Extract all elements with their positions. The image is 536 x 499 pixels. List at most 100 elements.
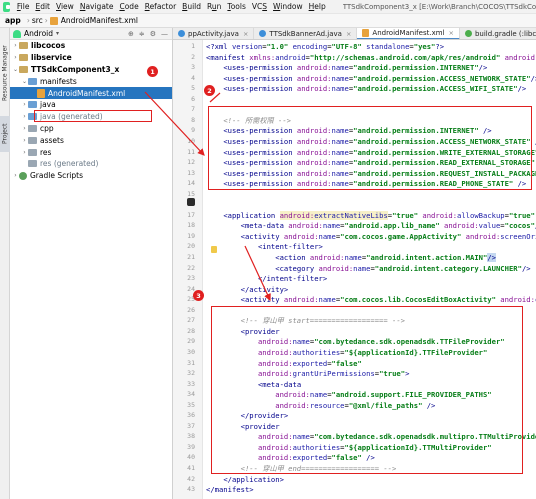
tree-toggle-icon[interactable]: › <box>12 54 19 61</box>
tree-toggle-icon[interactable]: › <box>21 113 28 120</box>
breadcrumb-file[interactable]: AndroidManifest.xml <box>61 16 138 25</box>
breadcrumb-folder[interactable]: src <box>32 16 43 25</box>
code-line[interactable]: <manifest xmlns:android="http://schemas.… <box>206 53 536 63</box>
close-icon[interactable]: × <box>448 29 453 37</box>
editor-tab-label: build.gradle (:libcocos) <box>474 29 536 38</box>
line-number: 4 <box>191 73 195 82</box>
folder-icon <box>28 77 37 85</box>
tree-item-label: cpp <box>40 123 54 133</box>
tree-item[interactable]: AndroidManifest.xml <box>10 87 172 99</box>
line-number: 33 <box>187 379 195 388</box>
code-line[interactable]: <activity android:name="com.cocos.game.A… <box>206 232 536 242</box>
chevron-down-icon[interactable]: ▾ <box>56 30 59 37</box>
line-number: 24 <box>187 284 195 293</box>
menu-item[interactable]: Refactor <box>142 2 179 11</box>
line-number: 1 <box>191 42 195 50</box>
editor-tab[interactable]: TTSdkBannerAd.java × <box>254 28 358 39</box>
tree-item[interactable]: › cpp <box>10 123 172 135</box>
line-number: 18 <box>187 221 195 230</box>
line-number: 7 <box>191 105 195 114</box>
code-line[interactable]: </application> <box>206 475 284 485</box>
lightbulb-icon[interactable] <box>211 246 217 253</box>
line-number: 2 <box>191 52 195 61</box>
tree-item[interactable]: res (generated) <box>10 158 172 170</box>
editor-tab[interactable]: ppActivity.java × <box>173 28 255 39</box>
menu-item[interactable]: Run <box>204 2 224 11</box>
menu-item[interactable]: View <box>53 2 77 11</box>
code-line[interactable]: <category android:name="android.intent.c… <box>206 264 530 274</box>
tree-item[interactable]: › libservice <box>10 52 172 64</box>
tree-toggle-icon[interactable]: › <box>21 125 28 132</box>
line-number: 26 <box>187 305 195 314</box>
folder-icon <box>19 65 28 73</box>
tree-toggle-icon[interactable]: › <box>12 42 19 49</box>
tree-item-label: libcocos <box>31 41 66 51</box>
android-view-icon <box>13 29 21 38</box>
line-number: 41 <box>187 464 195 472</box>
code-line[interactable]: <uses-permission android:name="android.p… <box>206 84 526 94</box>
menu-item[interactable]: Tools <box>224 2 248 11</box>
menu-item[interactable]: Build <box>179 2 204 11</box>
menu-item[interactable]: Code <box>116 2 141 11</box>
tree-toggle-icon[interactable]: › <box>12 172 19 179</box>
xml-file-icon <box>49 16 58 25</box>
menu-item[interactable]: File <box>14 2 33 11</box>
view-selector[interactable]: Android <box>24 29 53 38</box>
line-number: 13 <box>187 168 195 177</box>
code-line[interactable]: <application android:extractNativeLibs="… <box>206 210 536 221</box>
editor-tab[interactable]: AndroidManifest.xml × <box>357 28 460 39</box>
tree-item[interactable]: › libcocos <box>10 40 172 52</box>
menu-item[interactable]: Help <box>306 2 329 11</box>
tree-toggle-icon[interactable]: › <box>21 101 28 108</box>
menu-item[interactable]: Window <box>270 2 306 11</box>
tree-item[interactable]: › res <box>10 146 172 158</box>
editor-tab[interactable]: build.gradle (:libcocos)× <box>460 28 536 39</box>
application-gutter-icon[interactable] <box>187 198 195 206</box>
project-panel: Android ▾ ⊕ ≑ ⚙ — › libcocos › libservice ⌄ TTSd… <box>10 28 173 499</box>
code-line[interactable]: <intent-filter> <box>206 242 323 252</box>
code-line[interactable]: <uses-permission android:name="android.p… <box>206 74 536 84</box>
close-icon[interactable]: × <box>243 30 248 38</box>
code-line[interactable]: </intent-filter> <box>206 274 327 284</box>
tree-toggle-icon[interactable]: ⌄ <box>21 78 28 85</box>
panel-tool-icon[interactable]: — <box>161 30 168 38</box>
code-line[interactable]: <?xml version="1.0" encoding="UTF-8" sta… <box>206 42 444 52</box>
menu-item[interactable]: Edit <box>32 2 53 11</box>
line-number: 14 <box>187 179 195 188</box>
menu-item[interactable]: VCS <box>249 2 270 11</box>
panel-tool-icon[interactable]: ⚙ <box>150 30 156 38</box>
project-tab[interactable]: Project <box>0 116 10 152</box>
panel-tool-icon[interactable]: ⊕ <box>128 30 134 38</box>
folder-icon <box>28 124 37 132</box>
tree-item[interactable]: › java <box>10 99 172 111</box>
tree-toggle-icon[interactable]: ⌄ <box>12 66 19 73</box>
annotation-box-permissions <box>208 106 532 190</box>
code-line[interactable]: <activity android:name="com.cocos.lib.Co… <box>206 295 536 305</box>
resource-manager-tab[interactable]: Resource Manager <box>0 38 10 108</box>
tree-item[interactable]: ⌄ manifests <box>10 75 172 87</box>
code-line[interactable]: <action android:name="android.intent.act… <box>206 253 496 263</box>
panel-tool-icon[interactable]: ≑ <box>139 30 145 38</box>
line-number: 28 <box>187 326 195 335</box>
code-line[interactable]: </manifest> <box>206 485 254 495</box>
tree-item-label: manifests <box>40 76 77 86</box>
line-number: 12 <box>187 158 195 167</box>
tree-item-label: res <box>40 147 52 157</box>
code-editor[interactable]: 1234567891011121314151617181920212223242… <box>173 40 536 499</box>
breadcrumb-separator: › <box>26 16 30 25</box>
tree-toggle-icon[interactable]: › <box>21 149 28 156</box>
line-number: 34 <box>187 390 195 399</box>
code-line[interactable]: </activity> <box>206 285 289 295</box>
code-line[interactable]: <uses-permission android:name="android.p… <box>206 63 487 73</box>
annotation-badge-1: 1 <box>147 66 158 77</box>
tree-item-label: libservice <box>31 53 72 63</box>
menu-item[interactable]: Navigate <box>77 2 117 11</box>
close-icon[interactable]: × <box>346 30 351 38</box>
breadcrumb-app[interactable]: app <box>0 16 25 25</box>
tree-item[interactable]: › assets <box>10 134 172 146</box>
tree-toggle-icon[interactable]: › <box>21 137 28 144</box>
tree-item[interactable]: › Gradle Scripts <box>10 170 172 182</box>
code-line[interactable]: <meta-data android:name="android.app.lib… <box>206 221 536 231</box>
line-number: 32 <box>187 369 195 378</box>
line-number: 20 <box>187 242 195 251</box>
